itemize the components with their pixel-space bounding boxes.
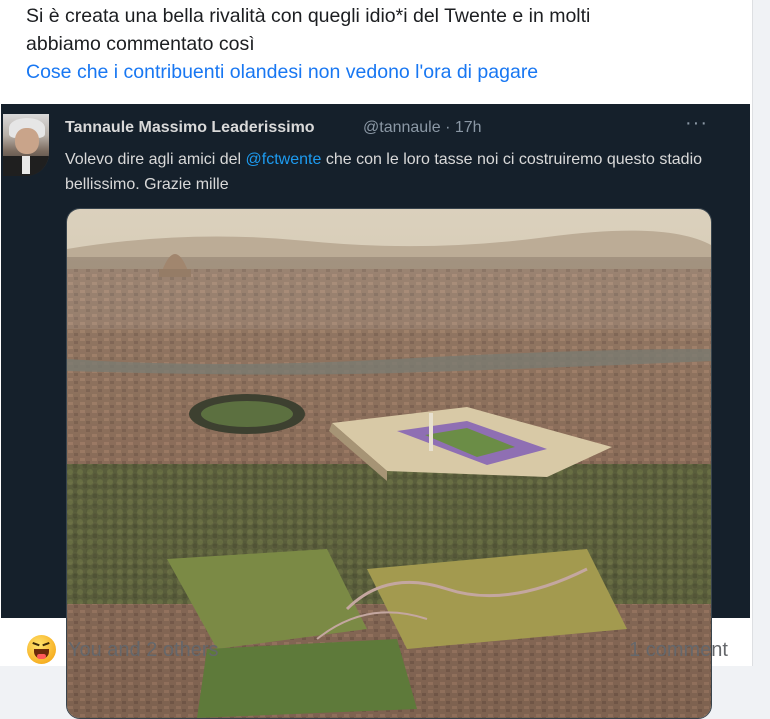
post-footer: You and 2 others 1 comment (0, 624, 752, 666)
post-text-line-2: abbiamo commentato così (26, 33, 255, 55)
laughing-emoji-icon (27, 635, 56, 664)
tweet-author-name: Tannaule Massimo Leaderissimo (65, 119, 315, 136)
comment-count[interactable]: 1 comment (629, 639, 728, 662)
post-text: Si è creata una bella rivalità con quegl… (26, 2, 726, 58)
avatar (3, 114, 49, 176)
facebook-post: Si è creata una bella rivalità con quegl… (0, 0, 753, 719)
more-options-icon: ··· (685, 112, 708, 134)
embedded-tweet-screenshot[interactable]: Tannaule Massimo Leaderissimo @tannaule … (1, 104, 750, 719)
tweet-handle-time: @tannaule · 17h (363, 119, 482, 136)
post-link[interactable]: Cose che i contribuenti olandesi non ved… (26, 58, 538, 86)
tweet-mention: @fctwente (245, 151, 322, 168)
tweet-body: Volevo dire agli amici del @fctwente che… (65, 147, 735, 197)
post-text-line-1: Si è creata una bella rivalità con quegl… (26, 5, 591, 27)
tweet-body-start: Volevo dire agli amici del (65, 151, 246, 168)
reactions-summary[interactable]: You and 2 others (68, 639, 219, 662)
